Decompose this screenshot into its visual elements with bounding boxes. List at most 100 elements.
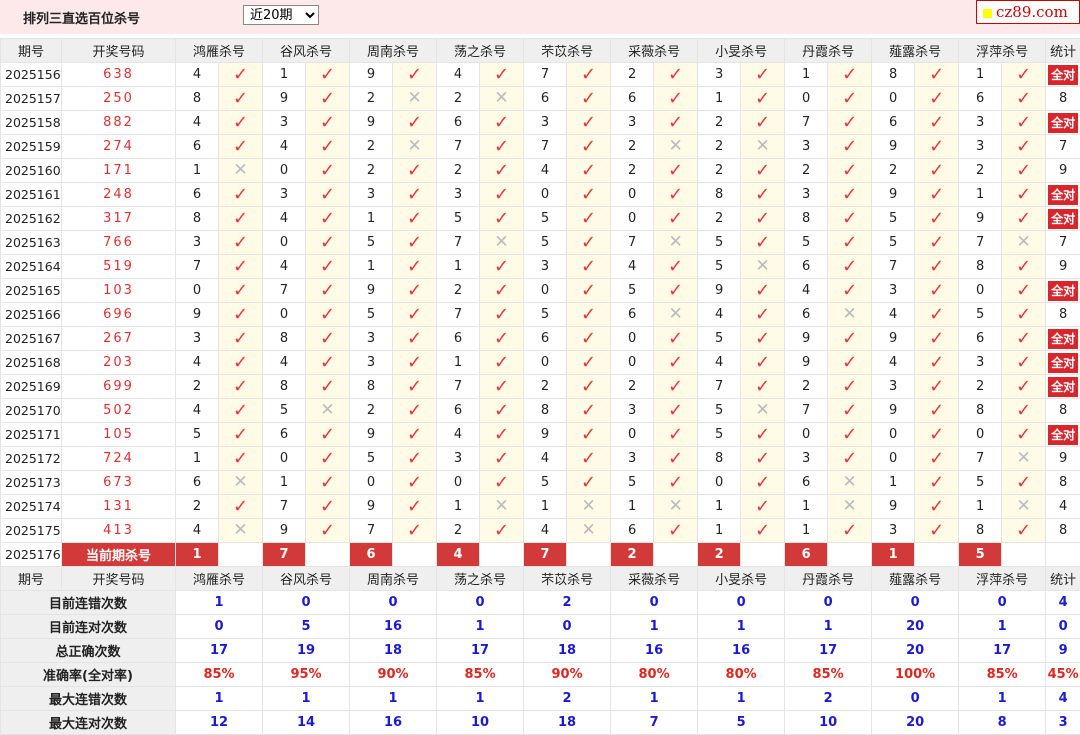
check-icon: ✓ bbox=[407, 184, 422, 205]
kill-number-cell: 1 bbox=[959, 63, 1002, 87]
result-mark-cell: ✓ bbox=[306, 231, 350, 255]
check-icon: ✓ bbox=[581, 472, 596, 493]
kill-number-cell: 6 bbox=[437, 399, 480, 423]
col-header-expert[interactable]: 丹霞杀号 bbox=[785, 39, 872, 63]
kill-number-cell: 2 bbox=[176, 375, 219, 399]
result-mark-cell: ✕ bbox=[1002, 495, 1046, 519]
cross-icon: ✕ bbox=[842, 304, 856, 324]
kill-number-cell: 4 bbox=[263, 207, 306, 231]
check-icon: ✓ bbox=[581, 352, 596, 373]
kill-number-cell: 7 bbox=[959, 231, 1002, 255]
kill-number-cell: 2 bbox=[350, 135, 393, 159]
result-mark-cell: ✓ bbox=[915, 159, 959, 183]
col-header-expert[interactable]: 谷风杀号 bbox=[263, 567, 350, 591]
result-mark-cell: ✕ bbox=[654, 495, 698, 519]
check-icon: ✓ bbox=[929, 88, 944, 109]
col-header-expert[interactable]: 鸿雁杀号 bbox=[176, 39, 263, 63]
check-icon: ✓ bbox=[929, 160, 944, 181]
kill-number-cell: 5 bbox=[263, 399, 306, 423]
kill-number-cell: 3 bbox=[437, 183, 480, 207]
result-mark-cell: ✓ bbox=[654, 207, 698, 231]
stats-value: 90% bbox=[350, 663, 437, 687]
kill-number-cell: 2 bbox=[437, 87, 480, 111]
stats-label: 目前连错次数 bbox=[1, 591, 176, 615]
col-header-expert[interactable]: 谷风杀号 bbox=[263, 39, 350, 63]
current-period-row: 2025176当前期杀号1764722615 bbox=[1, 543, 1080, 567]
kill-number-cell: 7 bbox=[872, 255, 915, 279]
kill-number-cell: 0 bbox=[959, 279, 1002, 303]
col-header-expert[interactable]: 小旻杀号 bbox=[698, 39, 785, 63]
check-icon: ✓ bbox=[320, 112, 335, 133]
result-mark-cell: ✓ bbox=[567, 255, 611, 279]
col-header-expert[interactable]: 采薇杀号 bbox=[611, 39, 698, 63]
col-header-expert[interactable]: 芣苡杀号 bbox=[524, 39, 611, 63]
kill-number-cell: 4 bbox=[872, 351, 915, 375]
result-mark-cell: ✓ bbox=[741, 471, 785, 495]
result-mark-cell: ✓ bbox=[741, 111, 785, 135]
result-mark-cell: ✓ bbox=[828, 111, 872, 135]
kill-number-cell: 7 bbox=[176, 255, 219, 279]
check-icon: ✓ bbox=[755, 448, 770, 469]
result-mark-cell: ✕ bbox=[219, 159, 263, 183]
cross-icon: ✕ bbox=[233, 160, 247, 180]
col-header-expert[interactable]: 荡之杀号 bbox=[437, 39, 524, 63]
kill-number-cell: 4 bbox=[176, 63, 219, 87]
kill-number-cell: 4 bbox=[263, 135, 306, 159]
stats-value: 17 bbox=[176, 639, 263, 663]
current-kill-number: 2 bbox=[611, 543, 654, 567]
kill-number-cell: 5 bbox=[698, 423, 741, 447]
col-header-expert[interactable]: 丹霞杀号 bbox=[785, 567, 872, 591]
cross-icon: ✕ bbox=[233, 520, 247, 540]
stat-cell: 全对 bbox=[1046, 327, 1080, 351]
table-row: 20251651030✓7✓9✓2✓0✓5✓9✓4✓3✓0✓全对 bbox=[1, 279, 1080, 303]
result-mark-cell: ✓ bbox=[741, 447, 785, 471]
check-icon: ✓ bbox=[233, 496, 248, 517]
result-mark-cell: ✓ bbox=[306, 135, 350, 159]
result-mark-cell: ✓ bbox=[915, 279, 959, 303]
result-mark-cell: ✓ bbox=[654, 423, 698, 447]
col-header-expert[interactable]: 薤露杀号 bbox=[872, 567, 959, 591]
kill-number-cell: 6 bbox=[437, 111, 480, 135]
kill-number-cell: 3 bbox=[176, 327, 219, 351]
result-mark-cell: ✓ bbox=[741, 63, 785, 87]
table-row: 20251572508✓9✓2✕2✕6✓6✓1✓0✓0✓6✓8 bbox=[1, 87, 1080, 111]
table-row: 20251592746✓4✓2✕7✓7✓2✕2✕3✓9✓3✓7 bbox=[1, 135, 1080, 159]
stats-value: 16 bbox=[350, 615, 437, 639]
kill-number-cell: 1 bbox=[611, 495, 654, 519]
col-header-expert[interactable]: 浮萍杀号 bbox=[959, 39, 1046, 63]
kill-number-cell: 9 bbox=[872, 327, 915, 351]
site-logo[interactable]: cz89.com bbox=[976, 0, 1080, 24]
col-header-expert[interactable]: 浮萍杀号 bbox=[959, 567, 1046, 591]
col-header-expert[interactable]: 荡之杀号 bbox=[437, 567, 524, 591]
kill-number-cell: 3 bbox=[959, 135, 1002, 159]
check-icon: ✓ bbox=[233, 112, 248, 133]
col-header-expert[interactable]: 周南杀号 bbox=[350, 39, 437, 63]
col-header-expert[interactable]: 鸿雁杀号 bbox=[176, 567, 263, 591]
kill-number-cell: 3 bbox=[524, 111, 567, 135]
kill-number-cell: 6 bbox=[959, 327, 1002, 351]
check-icon: ✓ bbox=[1016, 208, 1031, 229]
period-range-select[interactable]: 近20期 bbox=[243, 5, 319, 25]
stats-value: 1 bbox=[350, 687, 437, 711]
result-mark-cell: ✓ bbox=[741, 495, 785, 519]
col-header-expert[interactable]: 小旻杀号 bbox=[698, 567, 785, 591]
result-mark-cell: ✓ bbox=[480, 375, 524, 399]
result-mark-cell: ✕ bbox=[654, 135, 698, 159]
check-icon: ✓ bbox=[494, 160, 509, 181]
col-header-expert[interactable]: 芣苡杀号 bbox=[524, 567, 611, 591]
table-row: 20251623178✓4✓1✓5✓5✓0✓2✓8✓5✓9✓全对 bbox=[1, 207, 1080, 231]
result-mark-cell: ✓ bbox=[393, 279, 437, 303]
col-header-expert[interactable]: 周南杀号 bbox=[350, 567, 437, 591]
check-icon: ✓ bbox=[233, 400, 248, 421]
result-mark-cell: ✕ bbox=[1002, 447, 1046, 471]
col-header-expert[interactable]: 采薇杀号 bbox=[611, 567, 698, 591]
stats-value: 1 bbox=[959, 687, 1046, 711]
result-mark-cell: ✓ bbox=[480, 447, 524, 471]
result-mark-cell: ✓ bbox=[654, 519, 698, 543]
result-mark-cell: ✓ bbox=[480, 183, 524, 207]
col-header-expert[interactable]: 薤露杀号 bbox=[872, 39, 959, 63]
result-mark-cell: ✕ bbox=[393, 135, 437, 159]
kill-number-cell: 8 bbox=[350, 375, 393, 399]
check-icon: ✓ bbox=[233, 232, 248, 253]
kill-number-cell: 0 bbox=[611, 423, 654, 447]
